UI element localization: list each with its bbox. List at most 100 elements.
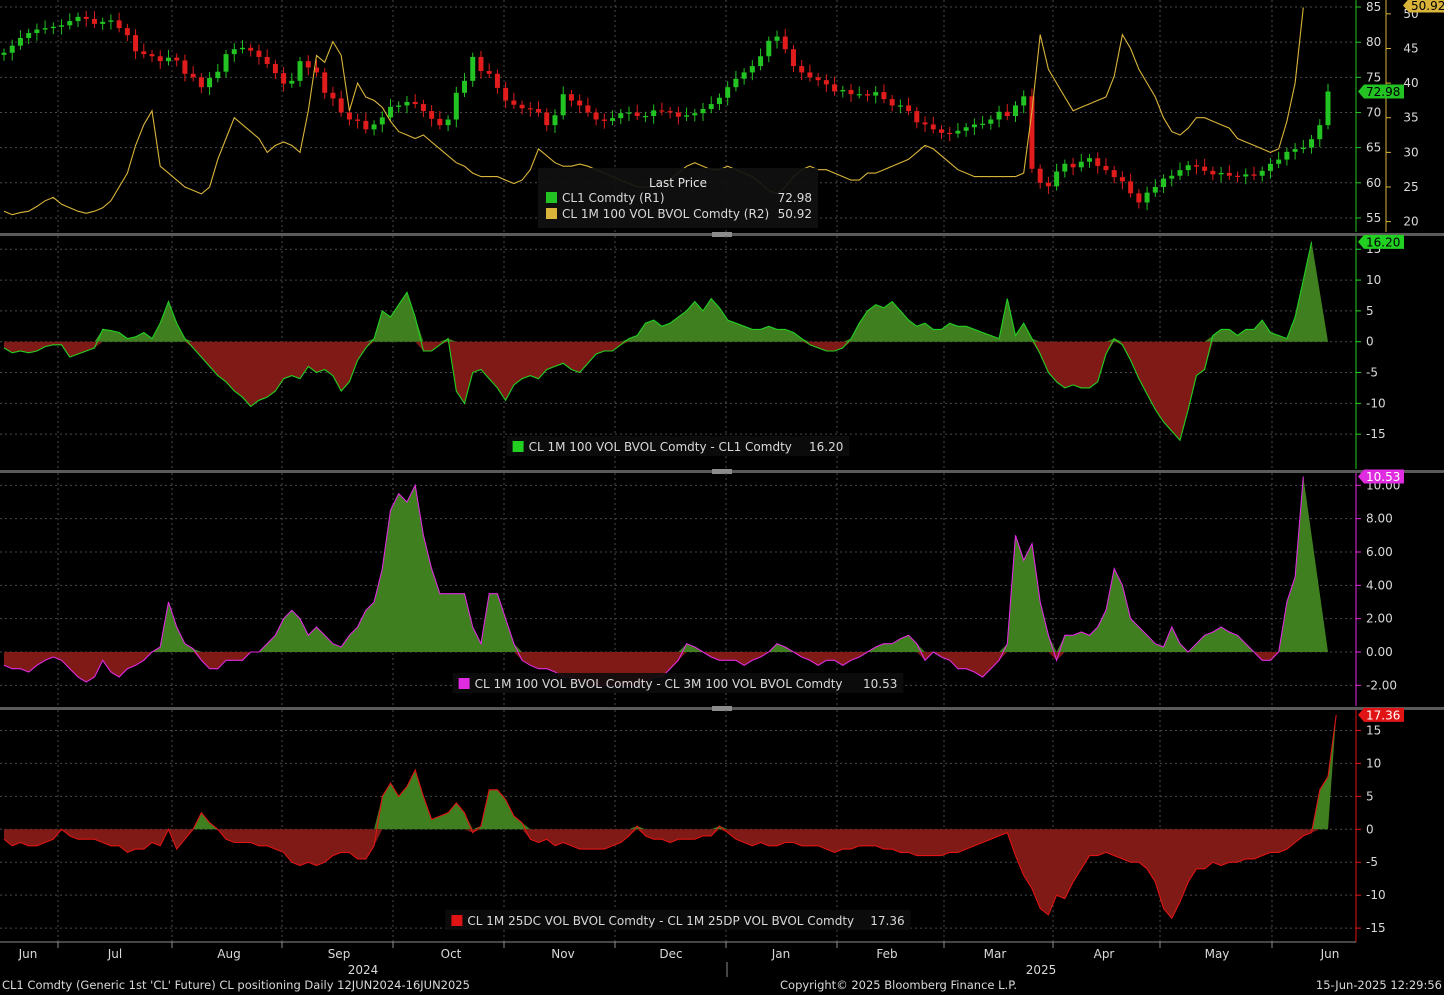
candle-body <box>873 92 879 96</box>
vol-axis-tick-label: 45 <box>1403 41 1418 55</box>
candle-body <box>478 56 484 72</box>
candle-body <box>1021 96 1027 106</box>
candle-body <box>182 60 188 74</box>
x-axis-month-label: Jul <box>107 947 122 961</box>
candle-body <box>223 54 229 72</box>
price-axis-tick-label: 85 <box>1366 0 1381 14</box>
x-axis-month-label: Dec <box>659 947 682 961</box>
candle-body <box>1202 166 1208 171</box>
legend-swatch <box>546 208 557 219</box>
candle-body <box>429 111 435 119</box>
candle-body <box>733 78 739 88</box>
candle-body <box>124 28 130 36</box>
price-axis-tick-label: 60 <box>1366 176 1381 190</box>
axis-tick-label: 0 <box>1366 822 1374 836</box>
spread-last-tag: 16.20 <box>1366 235 1400 249</box>
axis-tick-label: -2.00 <box>1366 678 1397 692</box>
price-last-tag: 72.98 <box>1366 85 1400 99</box>
candle-body <box>1259 170 1265 176</box>
axis-tick-label: 0.00 <box>1366 645 1393 659</box>
legend-series-name: CL 1M 100 VOL BVOL Comdty - CL 3M 100 VO… <box>475 677 843 691</box>
price-axis-tick-label: 70 <box>1366 105 1381 119</box>
candle-body <box>141 51 147 55</box>
x-axis-month-label: May <box>1205 947 1230 961</box>
x-axis-month-label: Aug <box>217 947 240 961</box>
candle-body <box>338 98 344 113</box>
vol-last-tag: 50.92 <box>1411 0 1444 13</box>
candle-body <box>799 66 805 73</box>
candle-body <box>1136 193 1142 203</box>
legend-series-name: CL 1M 25DC VOL BVOL Comdty - CL 1M 25DP … <box>467 914 854 928</box>
panel-resize-handle <box>712 469 732 474</box>
candle-body <box>1267 163 1273 171</box>
candle-body <box>955 130 961 134</box>
candle-body <box>322 72 328 93</box>
candle-body <box>618 113 624 119</box>
price-axis-tick-label: 65 <box>1366 141 1381 155</box>
candle-body <box>856 94 862 96</box>
footer-copyright: Copyright© 2025 Bloomberg Finance L.P. <box>780 978 1017 992</box>
candle-body <box>50 26 56 29</box>
axis-tick-label: 10 <box>1366 756 1381 770</box>
candle-body <box>1111 170 1117 178</box>
vol-axis-tick-label: 20 <box>1403 215 1418 229</box>
candle-body <box>1037 168 1043 183</box>
candle-body <box>766 40 772 57</box>
vol-axis-tick-label: 40 <box>1403 76 1418 90</box>
candle-body <box>889 99 895 106</box>
candle-body <box>420 104 426 112</box>
candle-body <box>544 112 550 126</box>
candle-body <box>281 73 287 84</box>
axis-tick-label: 0 <box>1366 335 1374 349</box>
axis-tick-label: 4.00 <box>1366 578 1393 592</box>
candle-body <box>1218 172 1224 175</box>
candle-body <box>692 113 698 116</box>
candle-body <box>840 89 846 92</box>
candle-body <box>149 54 155 57</box>
candle-body <box>42 28 48 30</box>
candle-body <box>1309 139 1315 148</box>
axis-tick-label: -5 <box>1366 366 1378 380</box>
legend-series-value: 72.98 <box>778 191 812 205</box>
candle-body <box>741 72 747 79</box>
candle-body <box>577 100 583 106</box>
price-axis-tick-label: 80 <box>1366 35 1381 49</box>
panel-resize-handle <box>712 232 732 237</box>
legend-series-value: 17.36 <box>870 914 904 928</box>
candle-body <box>346 112 352 120</box>
candle-body <box>17 37 23 46</box>
candle-body <box>1062 163 1068 172</box>
candle-body <box>527 108 533 110</box>
candle-body <box>1169 175 1175 179</box>
candle-body <box>749 66 755 73</box>
candle-body <box>667 111 673 113</box>
candle-body <box>930 124 936 130</box>
candle-body <box>371 124 377 130</box>
candle-body <box>470 56 476 81</box>
candle-body <box>1152 187 1158 193</box>
spread-last-tag: 10.53 <box>1366 470 1400 484</box>
candle-body <box>231 49 237 55</box>
candle-body <box>1226 172 1232 176</box>
candle-body <box>758 56 764 67</box>
candle-body <box>790 49 796 67</box>
candle-body <box>355 119 361 121</box>
bloomberg-chart: 556065707580852025303540455072.9850.92La… <box>0 0 1444 977</box>
candle-body <box>1 52 7 55</box>
candle-body <box>848 89 854 95</box>
candle-body <box>1054 171 1060 187</box>
legend-series-name: CL 1M 100 VOL BVOL Comdty - CL1 Comdty <box>529 440 792 454</box>
candle-body <box>593 112 599 120</box>
candle-body <box>684 115 690 117</box>
candle-body <box>1070 163 1076 168</box>
x-axis-month-label: Sep <box>328 947 351 961</box>
positive-area-fill <box>4 241 1328 342</box>
legend-swatch <box>451 915 463 926</box>
candle-body <box>379 117 385 125</box>
axis-tick-label: -10 <box>1366 396 1386 410</box>
vol-axis-tick-label: 30 <box>1403 145 1418 159</box>
candle-body <box>157 56 163 62</box>
candle-body <box>1235 175 1241 177</box>
legend-swatch <box>546 192 557 203</box>
candle-body <box>1103 165 1109 171</box>
